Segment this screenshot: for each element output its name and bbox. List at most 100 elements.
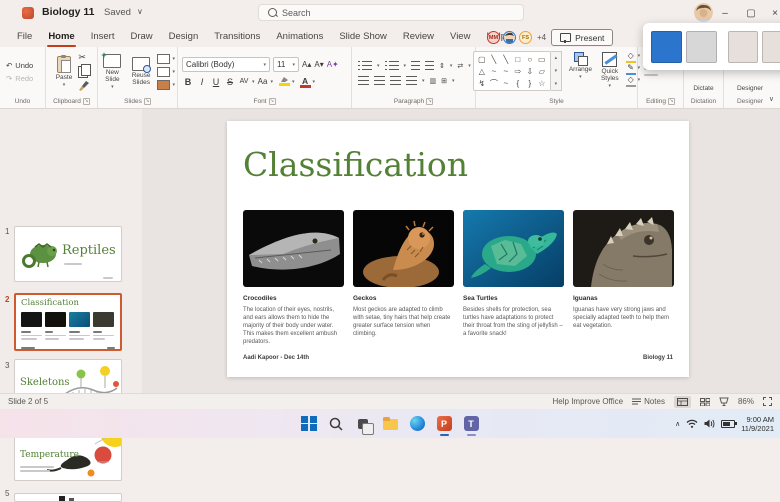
shape-rectangle[interactable]: □ bbox=[512, 53, 524, 65]
tab-animations[interactable]: Animations bbox=[269, 26, 330, 47]
tab-review[interactable]: Review bbox=[396, 26, 441, 47]
account-avatar[interactable] bbox=[694, 3, 713, 22]
clipboard-launcher-icon[interactable]: ↘ bbox=[83, 98, 90, 105]
arrange-button[interactable]: Arrange▾ bbox=[567, 51, 594, 81]
gecko-image[interactable] bbox=[353, 210, 454, 287]
text-highlight-dropdown-icon[interactable]: ▾ bbox=[292, 79, 295, 85]
start-button[interactable] bbox=[301, 415, 318, 432]
font-launcher-icon[interactable]: ↘ bbox=[269, 98, 276, 105]
shape-textbox[interactable]: ▢ bbox=[476, 53, 488, 65]
italic-button[interactable]: I bbox=[196, 77, 208, 87]
caption-heading[interactable]: Iguanas bbox=[573, 295, 674, 302]
font-color-dropdown-icon[interactable]: ▾ bbox=[313, 79, 316, 85]
change-case-dropdown-icon[interactable]: ▾ bbox=[271, 79, 274, 85]
battery-icon[interactable] bbox=[721, 420, 735, 428]
current-slide[interactable]: Classification bbox=[227, 121, 689, 377]
notes-toggle-button[interactable]: Notes bbox=[632, 397, 665, 406]
slide-layout-button[interactable]: ▾ bbox=[157, 54, 175, 64]
shape-arc[interactable]: ⌒ bbox=[488, 77, 500, 89]
save-status-chevron-icon[interactable]: ∨ bbox=[137, 7, 143, 16]
tab-design[interactable]: Design bbox=[162, 26, 206, 47]
dictate-button[interactable]: Dictate bbox=[693, 85, 713, 92]
tab-file[interactable]: File bbox=[10, 26, 39, 47]
increase-indent-button[interactable] bbox=[425, 61, 434, 70]
iguana-image[interactable] bbox=[573, 210, 674, 287]
present-button[interactable]: Present bbox=[551, 29, 613, 46]
tab-slide-show[interactable]: Slide Show bbox=[332, 26, 394, 47]
align-center-button[interactable] bbox=[374, 76, 385, 85]
clear-formatting-button[interactable]: A✦ bbox=[327, 60, 339, 69]
shape-arrow-down[interactable]: ⇩ bbox=[524, 65, 536, 77]
underline-button[interactable]: U bbox=[210, 77, 222, 87]
shape-scribble[interactable]: ~ bbox=[500, 65, 512, 77]
collapse-ribbon-chevron-icon[interactable]: ∨ bbox=[769, 95, 774, 103]
slide-sorter-view-button[interactable] bbox=[700, 398, 710, 406]
section-button[interactable]: ▾ bbox=[157, 80, 175, 90]
slide-title[interactable]: Classification bbox=[243, 145, 468, 184]
caption-heading[interactable]: Geckos bbox=[353, 295, 454, 302]
reset-slide-button[interactable]: ▾ bbox=[157, 67, 175, 77]
variant-swatch-blue[interactable] bbox=[651, 31, 682, 63]
bold-button[interactable]: B bbox=[182, 77, 194, 87]
shape-rounded-rectangle[interactable]: ▭ bbox=[536, 53, 548, 65]
edge-browser-button[interactable] bbox=[409, 415, 426, 432]
change-case-button[interactable]: Aa bbox=[257, 77, 269, 86]
slide-thumbnail-2-selected[interactable]: Classification bbox=[14, 293, 122, 351]
align-left-button[interactable] bbox=[358, 76, 369, 85]
strikethrough-button[interactable]: S bbox=[224, 77, 236, 87]
quick-styles-button[interactable]: Quick Styles▾ bbox=[599, 51, 621, 90]
redo-button[interactable]: ↷Redo bbox=[6, 74, 33, 83]
increase-font-size-button[interactable]: A▴ bbox=[302, 60, 311, 69]
text-direction-button[interactable]: ⇄ bbox=[457, 62, 463, 70]
caption-heading[interactable]: Sea Turtles bbox=[463, 295, 564, 302]
text-highlight-button[interactable] bbox=[279, 77, 290, 86]
tab-view[interactable]: View bbox=[443, 26, 477, 47]
caption-body[interactable]: The location of their eyes, nostrils, an… bbox=[243, 306, 344, 346]
shapes-gallery-scrollbar[interactable]: ▴▾▾ bbox=[551, 51, 562, 91]
decrease-font-size-button[interactable]: A▾ bbox=[314, 60, 323, 69]
cut-button[interactable]: ✂ bbox=[78, 52, 89, 63]
paste-button[interactable]: Paste▾ bbox=[54, 55, 75, 89]
shape-curve[interactable]: ~ bbox=[488, 65, 500, 77]
numbering-button[interactable] bbox=[385, 61, 399, 70]
shape-arrow-right[interactable]: ⇨ bbox=[512, 65, 524, 77]
crocodile-image[interactable] bbox=[243, 210, 344, 287]
bullets-button[interactable] bbox=[358, 61, 372, 70]
slide-thumbnail-5[interactable] bbox=[14, 493, 122, 502]
normal-view-button[interactable] bbox=[674, 396, 691, 408]
designer-button[interactable]: Designer bbox=[737, 85, 763, 92]
editing-buttons-occluded[interactable] bbox=[644, 74, 658, 76]
search-input[interactable]: Search bbox=[258, 4, 524, 21]
caption-body[interactable]: Most geckos are adapted to climb with se… bbox=[353, 306, 454, 338]
caption-body[interactable]: Besides shells for protection, sea turtl… bbox=[463, 306, 564, 338]
shape-freeform[interactable]: ↯ bbox=[476, 77, 488, 89]
shape-arrow-line[interactable]: ╲ bbox=[500, 53, 512, 65]
slideshow-view-button[interactable] bbox=[719, 397, 729, 406]
taskbar-search-button[interactable] bbox=[328, 415, 345, 432]
editing-launcher-icon[interactable]: ↘ bbox=[668, 98, 675, 105]
collaborator-avatar[interactable] bbox=[503, 31, 516, 44]
tab-home[interactable]: Home bbox=[41, 26, 81, 47]
teams-taskbar-button[interactable]: T bbox=[463, 415, 480, 432]
collaborator-badge-fs[interactable]: FS bbox=[519, 31, 532, 44]
decrease-indent-button[interactable] bbox=[411, 61, 420, 70]
zoom-level[interactable]: 86% bbox=[738, 397, 754, 406]
convert-smartart-button[interactable]: ⊞ bbox=[441, 77, 447, 85]
variant-swatch-rose-2[interactable] bbox=[762, 31, 780, 63]
copy-button[interactable] bbox=[78, 66, 88, 78]
tray-expand-chevron-icon[interactable]: ∧ bbox=[675, 420, 680, 428]
font-color-button[interactable]: A bbox=[300, 76, 311, 87]
align-right-button[interactable] bbox=[390, 76, 401, 85]
tab-transitions[interactable]: Transitions bbox=[207, 26, 267, 47]
variant-swatch-rose[interactable] bbox=[728, 31, 759, 63]
help-improve-office-link[interactable]: Help Improve Office bbox=[553, 397, 624, 406]
paragraph-launcher-icon[interactable]: ↘ bbox=[426, 98, 433, 105]
slide-footer-author[interactable]: Aadi Kapoor - Dec 14th bbox=[243, 355, 309, 361]
wifi-icon[interactable] bbox=[686, 419, 698, 428]
font-size-select[interactable]: 11▾ bbox=[273, 57, 299, 72]
slide-position-indicator[interactable]: Slide 2 of 5 bbox=[0, 397, 48, 406]
powerpoint-taskbar-button[interactable]: P bbox=[436, 415, 453, 432]
variant-swatch-gray[interactable] bbox=[686, 31, 717, 63]
taskbar-clock[interactable]: 9:00 AM 11/9/2021 bbox=[741, 415, 774, 433]
save-status[interactable]: Saved bbox=[104, 7, 131, 18]
